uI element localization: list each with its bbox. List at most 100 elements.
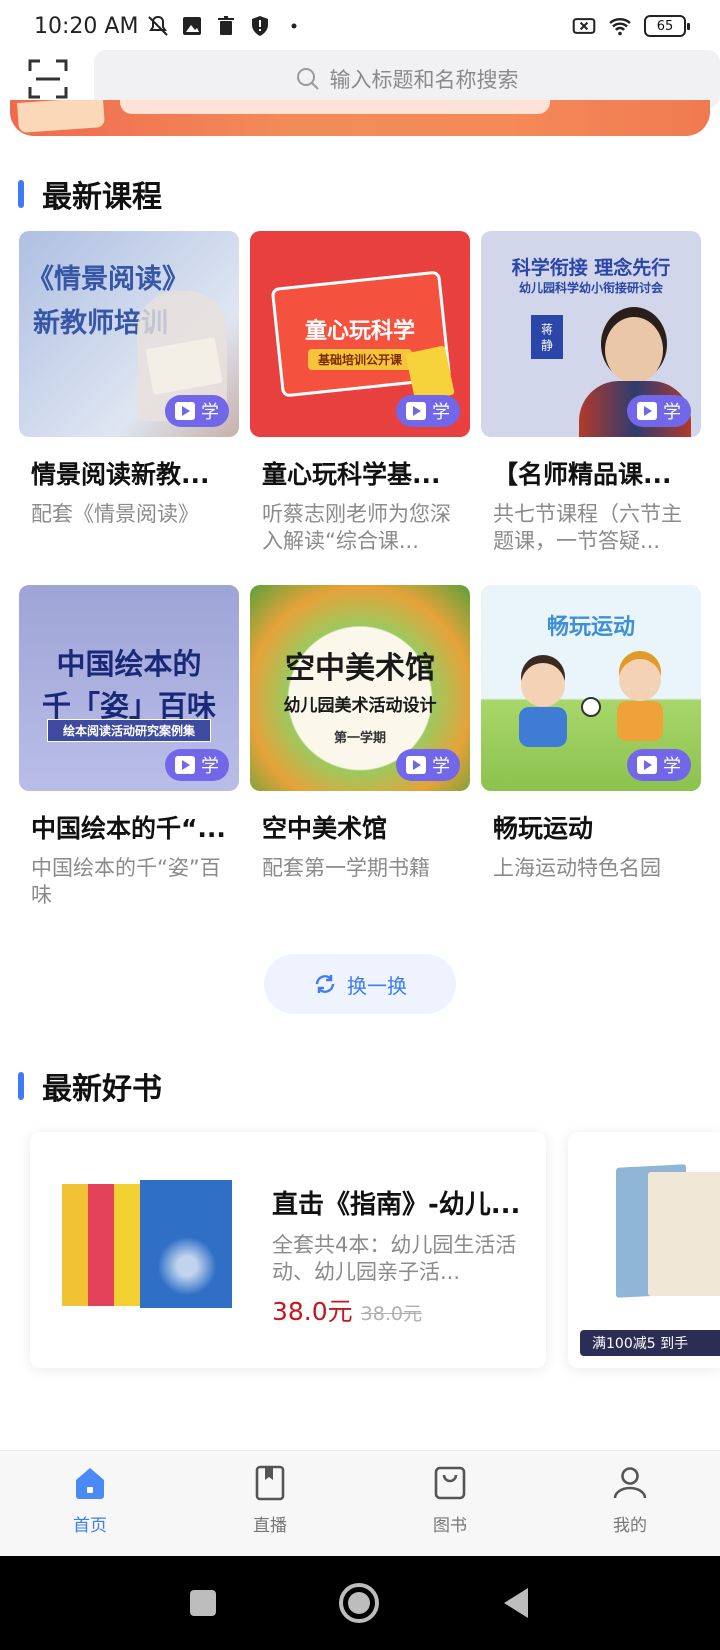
course-thumbnail: 中国绘本的 千「姿」百味 绘本阅读活动研究案例集 学 bbox=[19, 585, 239, 791]
recent-apps-icon[interactable] bbox=[188, 1588, 218, 1618]
book-card[interactable]: 直击《指南》-幼儿... 全套共4本：幼儿园生活活动、幼儿园亲子活... 38.… bbox=[30, 1132, 546, 1368]
nav-me-label: 我的 bbox=[613, 1516, 647, 1536]
thumbnail-child-left-body bbox=[519, 707, 567, 747]
price-original: 38.0元 bbox=[360, 1303, 422, 1325]
thumbnail-text: 基础培训公开课 bbox=[308, 349, 412, 370]
nav-home[interactable]: 首页 bbox=[0, 1451, 180, 1556]
section-accent-bar bbox=[18, 180, 24, 208]
no-sim-icon bbox=[572, 18, 596, 34]
image-icon bbox=[183, 17, 202, 35]
badge-label: 学 bbox=[432, 756, 450, 777]
book-cover bbox=[62, 1180, 232, 1310]
course-title: 童心玩科学基... bbox=[262, 460, 441, 489]
book-card[interactable]: 满100减5 到手 bbox=[568, 1132, 720, 1368]
bookmark-book-icon bbox=[255, 1465, 285, 1501]
learn-badge: 学 bbox=[627, 749, 691, 781]
badge-label: 学 bbox=[432, 402, 450, 423]
nav-live[interactable]: 直播 bbox=[180, 1451, 360, 1556]
scan-icon[interactable] bbox=[26, 57, 70, 101]
badge-label: 学 bbox=[663, 402, 681, 423]
play-icon bbox=[175, 756, 195, 774]
play-icon bbox=[637, 402, 657, 420]
learn-badge: 学 bbox=[627, 395, 691, 427]
play-icon bbox=[406, 756, 426, 774]
thumbnail-text: 畅玩运动 bbox=[546, 615, 635, 640]
section-title-books: 最新好书 bbox=[42, 1072, 162, 1107]
course-title: 【名师精品课... bbox=[493, 460, 672, 489]
course-title: 情景阅读新教... bbox=[31, 460, 210, 489]
thumbnail-text: 绘本阅读活动研究案例集 bbox=[47, 719, 211, 742]
user-icon bbox=[613, 1467, 647, 1499]
banner-image bbox=[17, 100, 105, 133]
status-bar: 10:20 AM 65 bbox=[0, 0, 720, 52]
back-icon[interactable] bbox=[500, 1586, 532, 1620]
status-system-icons: 65 bbox=[572, 14, 690, 38]
section-header-courses: 最新课程 bbox=[18, 172, 162, 216]
status-time: 10:20 AM bbox=[34, 13, 139, 39]
nav-me[interactable]: 我的 bbox=[540, 1451, 720, 1556]
promo-label: 满100减5 到手 bbox=[580, 1330, 720, 1356]
nav-live-label: 直播 bbox=[253, 1516, 287, 1536]
learn-badge: 学 bbox=[165, 749, 229, 781]
nav-books[interactable]: 图书 bbox=[360, 1451, 540, 1556]
badge-label: 学 bbox=[663, 756, 681, 777]
course-title: 畅玩运动 bbox=[493, 814, 594, 843]
thumbnail-text: 第一学期 bbox=[333, 731, 386, 746]
learn-badge: 学 bbox=[396, 395, 460, 427]
bottom-nav: 首页 直播 图书 我的 bbox=[0, 1450, 720, 1556]
system-nav-bar bbox=[0, 1556, 720, 1650]
status-notification-icons bbox=[146, 14, 306, 38]
course-thumbnail: 畅玩运动 学 bbox=[481, 585, 701, 791]
section-header-books: 最新好书 bbox=[18, 1064, 162, 1108]
book-title: 直击《指南》-幼儿... bbox=[272, 1190, 521, 1220]
learn-badge: 学 bbox=[165, 395, 229, 427]
thumbnail-text: 空中美术馆 bbox=[285, 651, 435, 686]
banner-carousel[interactable] bbox=[10, 100, 710, 136]
nav-home-label: 首页 bbox=[73, 1516, 107, 1536]
mute-icon bbox=[148, 15, 169, 36]
course-card[interactable]: 科学衔接 理念先行 幼儿园科学幼小衔接研讨会 蒋 静 学 【名师精品课... 共… bbox=[481, 231, 701, 555]
badge-label: 学 bbox=[201, 402, 219, 423]
home-icon bbox=[76, 1468, 104, 1499]
course-description: 配套第一学期书籍 bbox=[262, 856, 430, 880]
thumbnail-text: 童心玩科学 bbox=[304, 318, 415, 344]
refresh-button[interactable]: 换一换 bbox=[264, 954, 456, 1014]
course-title: 中国绘本的千“... bbox=[31, 814, 226, 843]
thumbnail-child-right bbox=[619, 659, 661, 701]
course-card[interactable]: 畅玩运动 学 畅玩运动 上海运动特色名园 bbox=[481, 585, 701, 882]
wifi-icon bbox=[609, 18, 631, 36]
play-icon bbox=[637, 756, 657, 774]
play-icon bbox=[406, 402, 426, 420]
price-current: 38.0元 bbox=[272, 1297, 353, 1326]
book-price: 38.0元 38.0元 bbox=[272, 1292, 422, 1328]
section-title-courses: 最新课程 bbox=[42, 180, 162, 215]
search-icon bbox=[296, 68, 319, 90]
refresh-icon bbox=[315, 975, 335, 993]
course-card[interactable]: 空中美术馆 幼儿园美术活动设计 第一学期 学 空中美术馆 配套第一学期书籍 bbox=[250, 585, 470, 882]
thumbnail-child-left bbox=[521, 663, 565, 707]
book-cover bbox=[648, 1172, 720, 1296]
section-accent-bar bbox=[18, 1072, 24, 1100]
course-thumbnail: 童心玩科学 基础培训公开课 学 bbox=[250, 231, 470, 437]
thumbnail-text: 幼儿园科学幼小衔接研讨会 bbox=[518, 281, 663, 295]
course-thumbnail: 空中美术馆 幼儿园美术活动设计 第一学期 学 bbox=[250, 585, 470, 791]
thumbnail-text: 中国绘本的 bbox=[56, 647, 202, 681]
book-description: 全套共4本：幼儿园生活活动、幼儿园亲子活... bbox=[272, 1233, 517, 1284]
course-description: 共七节课程（六节主题课，一节答疑... bbox=[493, 502, 682, 553]
battery-indicator: 65 bbox=[644, 15, 690, 37]
course-thumbnail: 《情景阅读》 新教师培训 学 bbox=[19, 231, 239, 437]
nav-books-label: 图书 bbox=[433, 1516, 467, 1536]
course-card[interactable]: 童心玩科学 基础培训公开课 学 童心玩科学基... 听蔡志刚老师为您深入解读“综… bbox=[250, 231, 470, 555]
course-thumbnail: 科学衔接 理念先行 幼儿园科学幼小衔接研讨会 蒋 静 学 bbox=[481, 231, 701, 437]
refresh-label: 换一换 bbox=[347, 973, 407, 998]
badge-label: 学 bbox=[201, 756, 219, 777]
search-placeholder: 输入标题和名称搜索 bbox=[329, 68, 519, 92]
course-description: 配套《情景阅读》 bbox=[31, 502, 199, 526]
course-card[interactable]: 《情景阅读》 新教师培训 学 情景阅读新教... 配套《情景阅读》 bbox=[19, 231, 239, 528]
bag-icon bbox=[434, 1466, 466, 1500]
course-description: 中国绘本的千“姿”百味 bbox=[31, 856, 221, 907]
course-card[interactable]: 中国绘本的 千「姿」百味 绘本阅读活动研究案例集 学 中国绘本的千“... 中国… bbox=[19, 585, 239, 909]
play-icon bbox=[175, 402, 195, 420]
thumbnail-child-right-body bbox=[617, 701, 663, 741]
home-button-icon[interactable] bbox=[338, 1582, 380, 1624]
